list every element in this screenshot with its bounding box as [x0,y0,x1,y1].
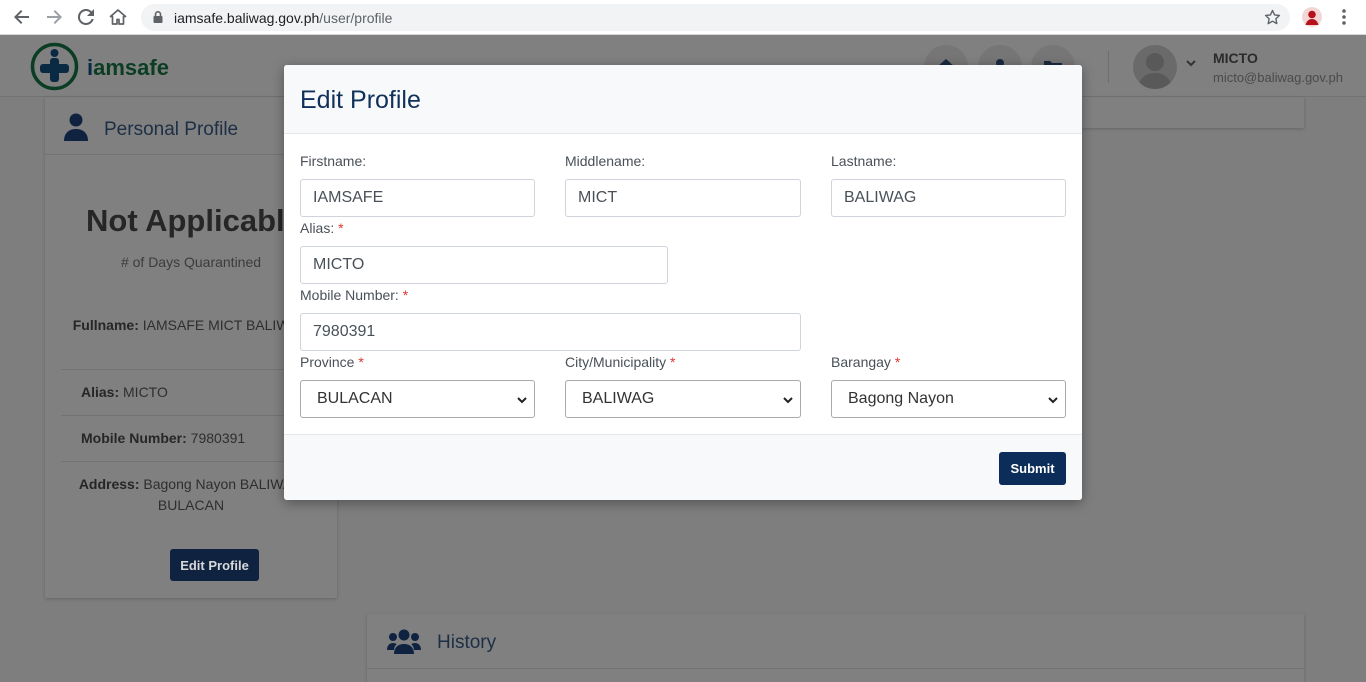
mobile-label: Mobile Number: * [300,287,409,303]
user-name: MICTO [1213,50,1258,66]
alias-label: Alias: * [300,220,344,236]
firstname-label: Firstname: [300,153,367,169]
bookmark-star-icon[interactable] [1264,9,1281,26]
barangay-label: Barangay * [831,354,901,370]
alias-input[interactable] [300,246,668,284]
province-label: Province * [300,354,364,370]
history-card: History [367,614,1304,682]
divider [61,369,321,370]
address-row: Address: Bagong Nayon BALIWAG BULACAN [78,476,304,513]
province-selected-value: BULACAN [317,390,393,407]
submit-button[interactable]: Submit [999,452,1066,485]
history-title: History [437,632,497,653]
quarantine-status: Not Applicable [86,203,302,238]
user-avatar[interactable] [1133,45,1177,89]
required-mark: * [670,354,676,370]
fullname-row: Fullname: IAMSAFE MICT BALIWAG [72,317,310,333]
browser-menu-icon[interactable] [1336,7,1352,27]
card-title: Personal Profile [104,119,239,140]
profile-avatar-icon[interactable] [1302,7,1322,27]
user-email: micto@baliwag.gov.ph [1213,70,1344,85]
city-selected-value: BALIWAG [582,390,655,407]
chevron-down-icon [1048,397,1058,404]
required-mark: * [894,354,901,370]
header-divider [1108,51,1109,83]
url-text: iamsafe.baliwag.gov.ph/user/profile [174,10,393,26]
modal-footer: Submit [284,434,1082,500]
required-mark: * [338,220,344,236]
required-mark: * [402,287,409,303]
modal-title: Edit Profile [300,86,421,114]
chevron-down-icon [783,397,793,404]
city-label: City/Municipality * [565,354,676,370]
person-icon [64,113,88,141]
lastname-label: Lastname: [831,153,897,169]
iamsafe-logo-icon[interactable] [30,42,79,91]
modal-body: Firstname: Middlename: Lastname: Alias: … [284,134,1082,435]
divider [61,461,321,462]
alias-row: Alias: MICTO [81,384,168,400]
chevron-down-icon[interactable] [1185,57,1197,69]
province-select[interactable]: BULACAN [300,380,535,418]
home-page-icon[interactable] [106,5,130,29]
middlename-input[interactable] [565,179,801,217]
card-header: History [367,614,1304,669]
barangay-select[interactable]: Bagong Nayon [831,380,1066,418]
required-mark: * [358,354,364,370]
reload-icon[interactable] [74,5,98,29]
summary-card [1081,97,1304,128]
middlename-label: Middlename: [565,153,646,169]
barangay-selected-value: Bagong Nayon [848,390,954,407]
edit-profile-modal: Edit Profile Firstname: Middlename: Last… [284,65,1082,500]
back-icon[interactable] [10,5,34,29]
chevron-down-icon [517,397,527,404]
city-select[interactable]: BALIWAG [565,380,801,418]
divider [61,415,321,416]
lastname-input[interactable] [831,179,1066,217]
mobile-row: Mobile Number: 7980391 [81,430,246,446]
modal-header: Edit Profile [284,65,1082,134]
firstname-input[interactable] [300,179,535,217]
iamsafe-logo-text: iamsafe [87,55,169,80]
mobile-number-input[interactable] [300,313,801,351]
lock-icon [153,11,163,23]
address-bar[interactable]: iamsafe.baliwag.gov.ph/user/profile [141,4,1290,31]
edit-profile-button[interactable]: Edit Profile [170,549,259,581]
forward-icon[interactable] [42,5,66,29]
browser-toolbar: iamsafe.baliwag.gov.ph/user/profile [0,0,1366,35]
users-icon [387,629,421,654]
